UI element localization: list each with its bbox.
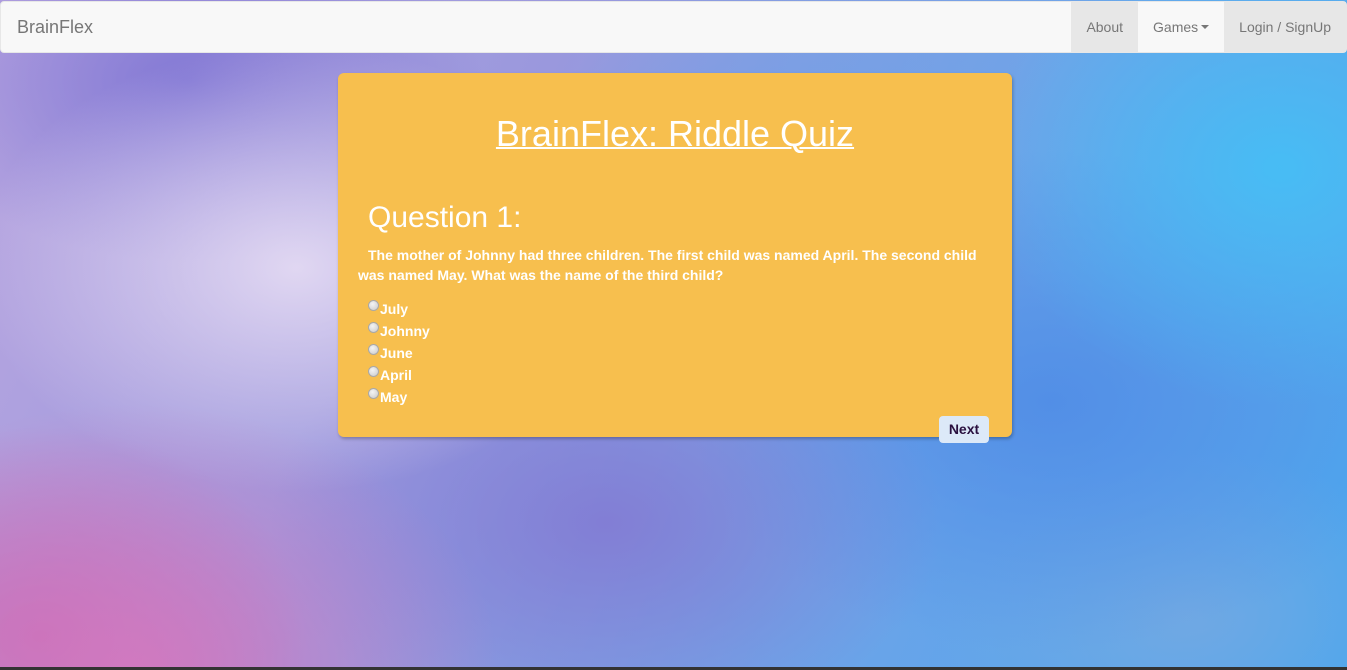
option-label: Johnny bbox=[380, 323, 430, 339]
answer-options: July Johnny June April May bbox=[368, 299, 430, 409]
quiz-title: BrainFlex: Riddle Quiz bbox=[495, 113, 855, 154]
option-july[interactable]: July bbox=[368, 299, 430, 321]
question-text: The mother of Johnny had three children.… bbox=[358, 247, 977, 283]
radio-button[interactable] bbox=[368, 388, 379, 399]
radio-button[interactable] bbox=[368, 344, 379, 355]
radio-button[interactable] bbox=[368, 366, 379, 377]
option-may[interactable]: May bbox=[368, 387, 430, 409]
option-april[interactable]: April bbox=[368, 365, 430, 387]
question-heading: Question 1: bbox=[368, 201, 522, 234]
next-button[interactable]: Next bbox=[939, 416, 989, 443]
radio-button[interactable] bbox=[368, 322, 379, 333]
caret-down-icon bbox=[1201, 25, 1210, 29]
radio-button[interactable] bbox=[368, 300, 379, 311]
quiz-card: BrainFlex: Riddle Quiz Question 1: The m… bbox=[338, 73, 1012, 443]
nav-games-label: Games bbox=[1153, 19, 1199, 35]
option-label: May bbox=[380, 389, 408, 405]
nav-about[interactable]: About bbox=[1071, 2, 1139, 52]
top-navbar: BrainFlex About Games Login / SignUp bbox=[0, 1, 1347, 53]
option-label: July bbox=[380, 301, 409, 317]
option-johnny[interactable]: Johnny bbox=[368, 321, 430, 343]
nav-login-signup[interactable]: Login / SignUp bbox=[1224, 2, 1346, 52]
option-label: June bbox=[380, 345, 413, 361]
nav-games-dropdown[interactable]: Games bbox=[1138, 2, 1225, 52]
option-june[interactable]: June bbox=[368, 343, 430, 365]
option-label: April bbox=[380, 367, 412, 383]
brand-link[interactable]: BrainFlex bbox=[17, 2, 93, 52]
nav-about-label: About bbox=[1086, 19, 1124, 35]
nav-menu: About Games Login / SignUp bbox=[1071, 2, 1346, 52]
nav-login-label: Login / SignUp bbox=[1239, 19, 1331, 35]
